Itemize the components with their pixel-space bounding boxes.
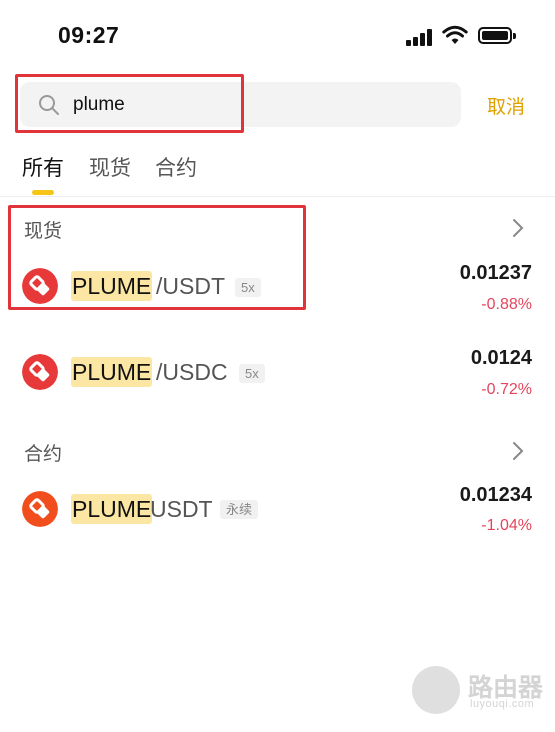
plume-coin-icon <box>22 354 58 390</box>
price: 0.01237 <box>459 262 532 284</box>
leverage-tag: 5x <box>239 364 265 383</box>
pair-base: PLUME <box>71 357 153 387</box>
change-percent: -0.72% <box>481 381 532 398</box>
battery-icon <box>478 27 512 44</box>
watermark-url: luyouqi.com <box>470 698 535 710</box>
pair-quote: USDT <box>150 496 213 522</box>
cellular-signal-icon <box>406 28 434 46</box>
chevron-right-icon[interactable] <box>508 441 528 461</box>
battery-tip <box>513 33 516 39</box>
change-percent: -0.88% <box>481 296 532 313</box>
wifi-icon <box>442 25 468 44</box>
annotation-box <box>8 205 306 310</box>
plume-coin-icon <box>22 491 58 527</box>
price: 0.0124 <box>470 347 532 369</box>
price: 0.01234 <box>459 484 532 506</box>
tabs-divider <box>0 196 555 197</box>
status-bar: 09:27 <box>0 0 555 70</box>
pair-quote: /USDC <box>156 359 228 385</box>
annotation-box <box>15 74 244 133</box>
active-tab-indicator <box>32 190 54 195</box>
status-time: 09:27 <box>58 22 120 48</box>
change-percent: -1.04% <box>481 517 532 534</box>
tab-all[interactable]: 所有 <box>22 152 64 182</box>
pair-base: PLUME <box>71 494 153 524</box>
perpetual-tag: 永续 <box>220 500 259 519</box>
tab-spot[interactable]: 现货 <box>89 152 131 182</box>
section-title-futures: 合约 <box>24 444 63 465</box>
tab-futures[interactable]: 合约 <box>155 152 197 182</box>
cancel-button[interactable]: 取消 <box>487 92 525 119</box>
watermark-logo-icon <box>412 666 460 714</box>
chevron-right-icon[interactable] <box>508 218 528 238</box>
